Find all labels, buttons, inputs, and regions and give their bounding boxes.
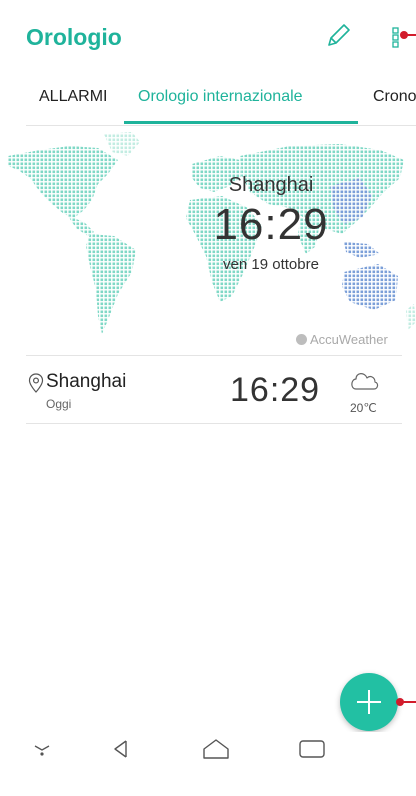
annotation-marker-line	[400, 701, 416, 703]
list-item-city[interactable]: Shanghai Oggi 16:29 20℃	[0, 357, 416, 423]
tab-world-clock[interactable]: Orologio internazionale	[138, 88, 303, 106]
tab-stopwatch[interactable]: Cronog	[373, 88, 416, 106]
city-temperature: 20℃	[350, 401, 377, 415]
map-divider	[26, 355, 402, 356]
active-tab-indicator	[124, 121, 358, 124]
accuweather-label: AccuWeather	[310, 332, 388, 347]
city-time: 16:29	[230, 371, 321, 409]
map-central-america	[68, 216, 94, 236]
map-indonesia	[344, 242, 380, 258]
screen: Orologio ALLARMI Orologio internazionale…	[0, 0, 416, 796]
home-icon[interactable]	[196, 732, 236, 772]
accuweather-logo: AccuWeather	[296, 332, 388, 347]
map-city-name: Shanghai	[228, 174, 314, 196]
cloud-icon	[351, 373, 379, 390]
accuweather-sun-icon	[296, 334, 307, 345]
pencil-icon[interactable]	[322, 20, 354, 52]
recents-icon[interactable]	[292, 732, 332, 772]
app-title: Orologio	[26, 24, 122, 50]
tab-bar: ALLARMI Orologio internazionale Cronog	[0, 76, 416, 124]
map-time: 16:29	[213, 200, 329, 249]
add-city-button[interactable]	[340, 673, 398, 731]
annotation-marker-line	[404, 34, 416, 36]
map-australia	[342, 264, 398, 310]
map-greenland	[104, 132, 140, 156]
location-pin-icon	[28, 373, 44, 393]
map-north-america	[8, 146, 118, 218]
city-day: Oggi	[46, 397, 72, 411]
back-icon[interactable]	[102, 732, 142, 772]
map-new-zealand	[406, 304, 416, 330]
map-date: ven 19 ottobre	[223, 256, 319, 273]
row-divider	[26, 423, 402, 424]
nav-down-icon[interactable]	[22, 732, 62, 772]
map-south-america	[86, 234, 136, 334]
tab-alarms[interactable]: ALLARMI	[39, 88, 107, 106]
navigation-bar	[0, 732, 416, 796]
city-name: Shanghai	[46, 371, 127, 392]
